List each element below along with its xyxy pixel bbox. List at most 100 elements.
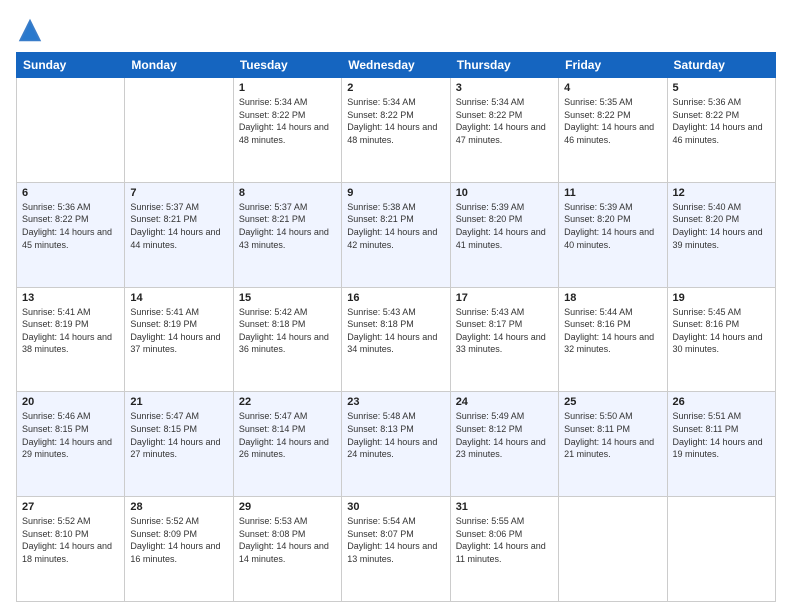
logo [16, 16, 48, 44]
cell-info: Sunrise: 5:36 AM Sunset: 8:22 PM Dayligh… [673, 96, 770, 146]
cell-info: Sunrise: 5:46 AM Sunset: 8:15 PM Dayligh… [22, 410, 119, 460]
day-header-friday: Friday [559, 53, 667, 78]
cell-info: Sunrise: 5:40 AM Sunset: 8:20 PM Dayligh… [673, 201, 770, 251]
calendar-cell: 12 Sunrise: 5:40 AM Sunset: 8:20 PM Dayli… [667, 182, 775, 287]
cell-date: 11 [564, 187, 661, 199]
day-header-thursday: Thursday [450, 53, 558, 78]
calendar-cell: 16 Sunrise: 5:43 AM Sunset: 8:18 PM Dayli… [342, 287, 450, 392]
calendar-cell: 10 Sunrise: 5:39 AM Sunset: 8:20 PM Dayli… [450, 182, 558, 287]
cell-date: 8 [239, 187, 336, 199]
day-header-monday: Monday [125, 53, 233, 78]
calendar-cell: 5Sunrise: 5:36 AM Sunset: 8:22 PM Daylig… [667, 78, 775, 183]
calendar-cell: 6 Sunrise: 5:36 AM Sunset: 8:22 PM Daylig… [17, 182, 125, 287]
calendar-cell [559, 497, 667, 602]
calendar-cell: 27 Sunrise: 5:52 AM Sunset: 8:10 PM Dayli… [17, 497, 125, 602]
cell-info: Sunrise: 5:34 AM Sunset: 8:22 PM Dayligh… [347, 96, 444, 146]
cell-date: 17 [456, 292, 553, 304]
calendar-cell: 19 Sunrise: 5:45 AM Sunset: 8:16 PM Dayli… [667, 287, 775, 392]
cell-date: 23 [347, 396, 444, 408]
calendar-cell: 17 Sunrise: 5:43 AM Sunset: 8:17 PM Dayli… [450, 287, 558, 392]
cell-date: 4 [564, 82, 661, 94]
cell-info: Sunrise: 5:34 AM Sunset: 8:22 PM Dayligh… [456, 96, 553, 146]
cell-info: Sunrise: 5:55 AM Sunset: 8:06 PM Dayligh… [456, 515, 553, 565]
cell-info: Sunrise: 5:54 AM Sunset: 8:07 PM Dayligh… [347, 515, 444, 565]
calendar-cell: 30 Sunrise: 5:54 AM Sunset: 8:07 PM Dayli… [342, 497, 450, 602]
calendar-cell: 22 Sunrise: 5:47 AM Sunset: 8:14 PM Dayli… [233, 392, 341, 497]
cell-date: 19 [673, 292, 770, 304]
logo-icon [16, 16, 44, 44]
cell-info: Sunrise: 5:37 AM Sunset: 8:21 PM Dayligh… [239, 201, 336, 251]
cell-date: 24 [456, 396, 553, 408]
calendar-cell: 25 Sunrise: 5:50 AM Sunset: 8:11 PM Dayli… [559, 392, 667, 497]
cell-date: 27 [22, 501, 119, 513]
cell-date: 12 [673, 187, 770, 199]
cell-info: Sunrise: 5:47 AM Sunset: 8:14 PM Dayligh… [239, 410, 336, 460]
day-header-tuesday: Tuesday [233, 53, 341, 78]
cell-date: 22 [239, 396, 336, 408]
cell-info: Sunrise: 5:43 AM Sunset: 8:17 PM Dayligh… [456, 306, 553, 356]
calendar-table: SundayMondayTuesdayWednesdayThursdayFrid… [16, 52, 776, 602]
cell-info: Sunrise: 5:44 AM Sunset: 8:16 PM Dayligh… [564, 306, 661, 356]
calendar-cell: 28 Sunrise: 5:52 AM Sunset: 8:09 PM Dayli… [125, 497, 233, 602]
cell-date: 21 [130, 396, 227, 408]
cell-info: Sunrise: 5:36 AM Sunset: 8:22 PM Dayligh… [22, 201, 119, 251]
cell-info: Sunrise: 5:52 AM Sunset: 8:09 PM Dayligh… [130, 515, 227, 565]
cell-date: 18 [564, 292, 661, 304]
page: SundayMondayTuesdayWednesdayThursdayFrid… [0, 0, 792, 612]
cell-date: 31 [456, 501, 553, 513]
calendar-cell: 7Sunrise: 5:37 AM Sunset: 8:21 PM Daylig… [125, 182, 233, 287]
cell-date: 26 [673, 396, 770, 408]
day-header-wednesday: Wednesday [342, 53, 450, 78]
cell-date: 7 [130, 187, 227, 199]
calendar-cell [125, 78, 233, 183]
cell-info: Sunrise: 5:38 AM Sunset: 8:21 PM Dayligh… [347, 201, 444, 251]
cell-info: Sunrise: 5:41 AM Sunset: 8:19 PM Dayligh… [130, 306, 227, 356]
calendar-cell [667, 497, 775, 602]
cell-info: Sunrise: 5:51 AM Sunset: 8:11 PM Dayligh… [673, 410, 770, 460]
calendar-cell: 11 Sunrise: 5:39 AM Sunset: 8:20 PM Dayli… [559, 182, 667, 287]
day-header-saturday: Saturday [667, 53, 775, 78]
calendar-cell: 24 Sunrise: 5:49 AM Sunset: 8:12 PM Dayli… [450, 392, 558, 497]
cell-info: Sunrise: 5:35 AM Sunset: 8:22 PM Dayligh… [564, 96, 661, 146]
cell-date: 20 [22, 396, 119, 408]
calendar-cell: 2Sunrise: 5:34 AM Sunset: 8:22 PM Daylig… [342, 78, 450, 183]
cell-info: Sunrise: 5:39 AM Sunset: 8:20 PM Dayligh… [456, 201, 553, 251]
calendar-cell: 1Sunrise: 5:34 AM Sunset: 8:22 PM Daylig… [233, 78, 341, 183]
cell-date: 10 [456, 187, 553, 199]
cell-date: 30 [347, 501, 444, 513]
cell-info: Sunrise: 5:52 AM Sunset: 8:10 PM Dayligh… [22, 515, 119, 565]
cell-date: 15 [239, 292, 336, 304]
cell-info: Sunrise: 5:39 AM Sunset: 8:20 PM Dayligh… [564, 201, 661, 251]
calendar-cell: 8 Sunrise: 5:37 AM Sunset: 8:21 PM Daylig… [233, 182, 341, 287]
cell-info: Sunrise: 5:41 AM Sunset: 8:19 PM Dayligh… [22, 306, 119, 356]
cell-date: 1 [239, 82, 336, 94]
calendar-cell [17, 78, 125, 183]
day-header-sunday: Sunday [17, 53, 125, 78]
calendar-cell: 26 Sunrise: 5:51 AM Sunset: 8:11 PM Dayli… [667, 392, 775, 497]
calendar-cell: 15 Sunrise: 5:42 AM Sunset: 8:18 PM Dayli… [233, 287, 341, 392]
cell-date: 16 [347, 292, 444, 304]
cell-info: Sunrise: 5:50 AM Sunset: 8:11 PM Dayligh… [564, 410, 661, 460]
calendar-cell: 18 Sunrise: 5:44 AM Sunset: 8:16 PM Dayli… [559, 287, 667, 392]
calendar-cell: 13Sunrise: 5:41 AM Sunset: 8:19 PM Dayli… [17, 287, 125, 392]
cell-info: Sunrise: 5:49 AM Sunset: 8:12 PM Dayligh… [456, 410, 553, 460]
cell-info: Sunrise: 5:43 AM Sunset: 8:18 PM Dayligh… [347, 306, 444, 356]
cell-date: 9 [347, 187, 444, 199]
cell-info: Sunrise: 5:53 AM Sunset: 8:08 PM Dayligh… [239, 515, 336, 565]
calendar-cell: 29 Sunrise: 5:53 AM Sunset: 8:08 PM Dayli… [233, 497, 341, 602]
header [16, 16, 776, 44]
cell-date: 14 [130, 292, 227, 304]
calendar-cell: 14 Sunrise: 5:41 AM Sunset: 8:19 PM Dayli… [125, 287, 233, 392]
calendar-cell: 21 Sunrise: 5:47 AM Sunset: 8:15 PM Dayli… [125, 392, 233, 497]
cell-info: Sunrise: 5:45 AM Sunset: 8:16 PM Dayligh… [673, 306, 770, 356]
cell-date: 29 [239, 501, 336, 513]
cell-info: Sunrise: 5:47 AM Sunset: 8:15 PM Dayligh… [130, 410, 227, 460]
calendar-cell: 4 Sunrise: 5:35 AM Sunset: 8:22 PM Daylig… [559, 78, 667, 183]
cell-date: 25 [564, 396, 661, 408]
cell-info: Sunrise: 5:42 AM Sunset: 8:18 PM Dayligh… [239, 306, 336, 356]
cell-date: 6 [22, 187, 119, 199]
calendar-cell: 3 Sunrise: 5:34 AM Sunset: 8:22 PM Daylig… [450, 78, 558, 183]
cell-date: 3 [456, 82, 553, 94]
cell-date: 28 [130, 501, 227, 513]
calendar-cell: 23Sunrise: 5:48 AM Sunset: 8:13 PM Dayli… [342, 392, 450, 497]
